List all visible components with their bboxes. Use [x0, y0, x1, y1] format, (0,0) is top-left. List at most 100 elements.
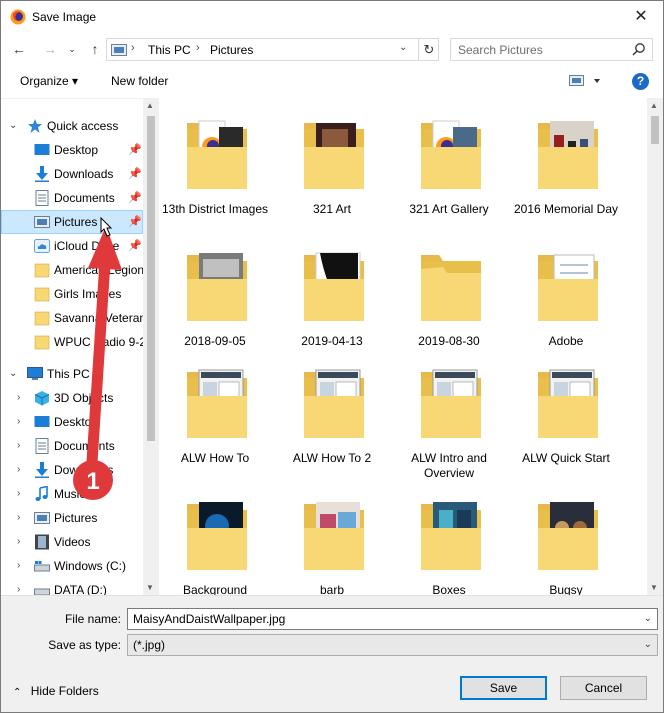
folder-item[interactable]: 2018-09-05 [159, 230, 271, 354]
folder-item[interactable]: Adobe [510, 230, 622, 354]
cancel-button[interactable]: Cancel [560, 676, 647, 700]
recent-dropdown-icon[interactable]: ⌄ [63, 41, 81, 57]
folder-item[interactable]: Background [159, 479, 271, 595]
nav-item-downloads[interactable]: Downloads 📌 [1, 162, 143, 186]
folder-icon [304, 502, 364, 570]
folder-item[interactable]: ALW Intro and Overview [393, 347, 505, 480]
chevron-down-icon[interactable]: ⌄ [9, 368, 17, 379]
folder-icon [34, 263, 50, 278]
nav-item-pc-pictures[interactable]: › Pictures [1, 506, 143, 530]
chevron-right-icon[interactable]: › [17, 440, 20, 451]
search-box[interactable] [450, 38, 653, 61]
pin-icon[interactable]: 📌 [128, 143, 142, 156]
chevron-right-icon[interactable]: › [17, 464, 20, 475]
pin-icon[interactable]: 📌 [128, 167, 142, 180]
nav-scrollbar[interactable]: ▲ ▼ [143, 98, 159, 595]
folder-icon [421, 120, 481, 189]
back-arrow-icon[interactable]: ← [10, 41, 28, 57]
chevron-right-icon[interactable]: › [17, 488, 20, 499]
folder-icon [538, 254, 598, 321]
scroll-down-icon[interactable]: ▼ [650, 583, 658, 592]
chevron-down-icon[interactable]: ⌄ [644, 613, 652, 624]
hide-folders-button[interactable]: ⌃ Hide Folders [13, 684, 99, 698]
chevron-right-icon[interactable]: › [17, 536, 20, 547]
nav-label: iCloud Drive [54, 239, 120, 253]
scroll-up-icon[interactable]: ▲ [146, 101, 154, 110]
nav-label: Desktop [54, 143, 99, 157]
folder-name: Boxes [432, 583, 466, 595]
search-input[interactable] [451, 39, 626, 60]
folder-item[interactable]: 2019-04-13 [276, 230, 388, 354]
folder-name: ALW Quick Start [522, 451, 610, 465]
pin-icon[interactable]: 📌 [128, 239, 142, 252]
folder-item[interactable]: 2016 Memorial Day [510, 98, 622, 222]
file-name-input[interactable] [128, 609, 633, 629]
nav-label: Quick access [47, 119, 119, 133]
view-options-icon[interactable] [569, 75, 601, 90]
folder-item[interactable]: 2019-08-30 [393, 230, 505, 354]
pin-icon[interactable]: 📌 [128, 191, 142, 204]
folder-item[interactable]: 321 Art Gallery [393, 98, 505, 222]
chevron-right-icon[interactable]: › [17, 560, 20, 571]
nav-item-desktop[interactable]: Desktop 📌 [1, 138, 143, 162]
nav-item-3d-objects[interactable]: › 3D Objects [1, 386, 143, 410]
nav-item-icloud-drive[interactable]: iCloud Drive 📌 [1, 234, 143, 258]
chevron-down-icon[interactable]: ⌄ [644, 639, 652, 650]
scrollbar-thumb[interactable] [147, 116, 155, 441]
nav-label: Girls Images [54, 287, 122, 301]
up-arrow-icon[interactable]: ↑ [86, 41, 104, 57]
nav-item-girls-images[interactable]: Girls Images [1, 282, 143, 306]
folder-item[interactable]: Bugsy [510, 479, 622, 595]
refresh-icon[interactable]: ↻ [418, 39, 439, 60]
folder-item[interactable]: 13th District Images [159, 98, 271, 222]
nav-item-windows-c[interactable]: › Windows (C:) [1, 554, 143, 578]
file-scrollbar[interactable]: ▲ ▼ [647, 98, 663, 595]
nav-this-pc[interactable]: ⌄ This PC [1, 362, 143, 386]
save-as-type-select[interactable]: (*.jpg) ⌄ [127, 634, 658, 656]
organize-button[interactable]: Organize ▾ [20, 74, 78, 88]
address-dropdown-icon[interactable]: ⌄ [399, 42, 407, 53]
chevron-right-icon[interactable]: › [17, 584, 20, 595]
folder-item[interactable]: barb [276, 479, 388, 595]
pin-icon[interactable]: 📌 [128, 215, 142, 228]
nav-item-data-d[interactable]: › DATA (D:) [1, 578, 143, 595]
breadcrumb-this-pc[interactable]: This PC [148, 43, 191, 57]
nav-item-pc-desktop[interactable]: › Desktop [1, 410, 143, 434]
folder-item[interactable]: ALW How To 2 [276, 347, 388, 471]
breadcrumb-pictures[interactable]: Pictures [210, 43, 253, 57]
nav-item-savanna-veteran[interactable]: Savanna Veteran [1, 306, 143, 330]
nav-item-videos[interactable]: › Videos [1, 530, 143, 554]
chevron-down-icon[interactable]: ⌄ [9, 120, 17, 131]
title-bar: Save Image ✕ [1, 1, 663, 33]
scroll-down-icon[interactable]: ▼ [146, 583, 154, 592]
folder-item[interactable]: Boxes [393, 479, 505, 595]
nav-quick-access[interactable]: ⌄ Quick access [1, 114, 143, 138]
folder-item[interactable]: ALW How To [159, 347, 271, 471]
help-icon[interactable]: ? [632, 73, 649, 90]
nav-item-pc-downloads[interactable]: › Downloads [1, 458, 143, 482]
nav-item-pictures[interactable]: Pictures 📌 [1, 210, 143, 234]
file-name-combo[interactable]: ⌄ [127, 608, 658, 630]
nav-item-pc-documents[interactable]: › Documents [1, 434, 143, 458]
scrollbar-thumb[interactable] [651, 116, 659, 144]
nav-item-wpuc-radio[interactable]: WPUC Radio 9-2 [1, 330, 143, 354]
folder-icon [304, 369, 364, 438]
nav-label: This PC [47, 367, 90, 381]
save-button[interactable]: Save [460, 676, 547, 700]
folder-icon [421, 255, 481, 321]
nav-item-american-legion[interactable]: American Legion [1, 258, 143, 282]
nav-item-music[interactable]: › Music [1, 482, 143, 506]
chevron-up-icon: ⌃ [13, 687, 22, 698]
forward-arrow-icon[interactable]: → [41, 41, 59, 57]
close-icon[interactable]: ✕ [631, 7, 651, 27]
address-bar[interactable]: › This PC › Pictures ⌄ ↻ [106, 38, 439, 61]
folder-item[interactable]: ALW Quick Start [510, 347, 622, 471]
chevron-right-icon[interactable]: › [17, 512, 20, 523]
new-folder-button[interactable]: New folder [111, 74, 168, 88]
pictures-folder-icon [111, 44, 127, 56]
folder-item[interactable]: 321 Art [276, 98, 388, 222]
nav-item-documents[interactable]: Documents 📌 [1, 186, 143, 210]
chevron-right-icon[interactable]: › [17, 392, 20, 403]
chevron-right-icon[interactable]: › [17, 416, 20, 427]
scroll-up-icon[interactable]: ▲ [650, 101, 658, 110]
